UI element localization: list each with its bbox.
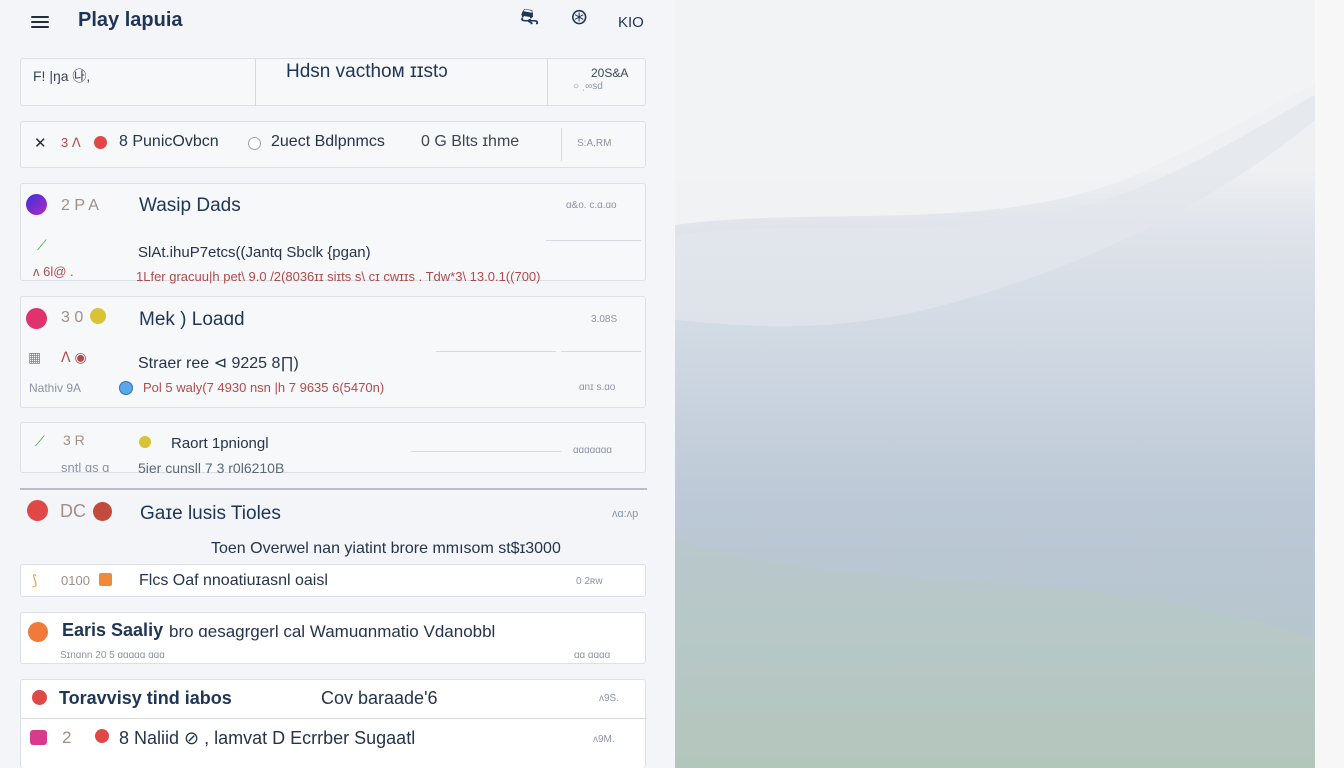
row-icons: ᐱ ◉: [61, 349, 87, 365]
calendar-icon: [30, 730, 47, 745]
row-details: 1Lfer gracuu|h pet\ 9.0 /2(8036ɪɪ siɪts …: [136, 269, 541, 284]
row-counter: 2 P A: [61, 197, 99, 214]
avatar: [27, 500, 48, 521]
divider: [546, 240, 641, 241]
item-right: 0 2ʀw: [576, 576, 603, 587]
wave-background: [675, 0, 1315, 768]
task-row[interactable]: ⟋ 3 R Raort 1pniongl ɑɑɑɑɑɑɑ sntl ɑs ɑ 5…: [20, 422, 646, 476]
row-timestamp: ɑɑɑɑɑɑɑ: [573, 445, 612, 456]
summary-title: Hdsn vacthoм ɪɪstɔ: [286, 61, 448, 82]
filter-bar[interactable]: ✕ 3 ᐱ 8 PunicOvbcn 2uect Bdlpnmcs 0 G Bl…: [20, 121, 646, 168]
app-header: Plау lapuia ⛐ ⊛ KIO: [0, 0, 675, 48]
item-meta: Sɪnɑnn 20 5 ɑɑɑɑɑ ɑɑɑ: [60, 650, 165, 661]
badge-icon: [90, 308, 106, 324]
item-right: ʌ9M.: [593, 734, 615, 745]
row-timestamp: ɑnɪ s.ɑo: [579, 382, 616, 393]
divider: [411, 451, 561, 452]
status-dot-icon: [95, 729, 109, 743]
filter-option[interactable]: 2uect Bdlpnmcs: [271, 133, 385, 151]
row-timestamp: ɑ&o. c.ɑ.ɑo: [566, 200, 617, 211]
summary-subvalue: ○ ˌ∞sd: [573, 81, 603, 92]
item-text: bro ɑesagrgerl cal Wamuɑnmatio Vdanobbl: [169, 622, 496, 641]
leaf-icon: ⟋: [35, 433, 45, 449]
task-row[interactable]: 3 0 Mek ) Loaɑd 3.08S ▦ ᐱ ◉ Straer ree ⊲…: [20, 296, 646, 408]
divider: [561, 128, 562, 161]
item-title[interactable]: Earis Saaliy: [62, 620, 163, 641]
section-note: Toen Overwel nan yiatint brore mmısom st…: [211, 540, 561, 557]
avatar: [28, 622, 48, 642]
row-meta: ᴧ 6l@ .: [33, 264, 74, 279]
avatar: [32, 690, 47, 705]
row-title[interactable]: Wasip Dads: [139, 195, 241, 217]
row-meta: Nathiv 9A: [29, 381, 82, 395]
radio-icon[interactable]: [248, 137, 261, 150]
item-title[interactable]: Toravvisy tind iabos: [59, 688, 232, 709]
divider: [21, 718, 647, 719]
app-title: Plау lapuia: [78, 9, 183, 31]
item-label[interactable]: Flcs Oaf nnoatiuɪasnl oaisl: [139, 572, 328, 590]
row-details: 5ier cunsll 7 3 r0l6210B: [138, 460, 285, 476]
item-right: ɑɑ ɑɑɑɑ: [574, 650, 611, 661]
summary-value: 20S&A: [591, 66, 629, 80]
close-icon[interactable]: ✕: [34, 134, 47, 152]
avatar: [26, 308, 47, 329]
item-counter: 2: [62, 728, 72, 747]
preview-panel: [675, 0, 1344, 768]
flag-icon: [99, 573, 112, 586]
item-label[interactable]: 8 Naliid ⊘ , lamvat D Ecrrber Sugaatl: [119, 728, 415, 749]
section-counter: DC: [60, 501, 86, 521]
item-right: ʌ9S.: [599, 693, 620, 704]
alert-icon: [94, 136, 107, 149]
summary-left-text: F! |ŋa ㉯,: [33, 68, 91, 84]
divider: [547, 59, 548, 106]
help-icon[interactable]: ⊛: [570, 4, 588, 30]
filter-right-label: S:A,RM: [577, 138, 612, 149]
row-subtitle: Straer ree ⊲ 9225 8∏): [138, 355, 299, 372]
tag-icon: ▦: [28, 349, 42, 365]
filter-label[interactable]: 8 PunicOvbcn: [119, 133, 219, 151]
row-counter: 3 R: [63, 432, 85, 448]
people-icon[interactable]: ⛐: [520, 4, 539, 33]
filter-counter: 3 ᐱ: [61, 135, 81, 150]
section-title[interactable]: Gaɪe lusis Tioles: [140, 503, 281, 525]
row-title[interactable]: Raort 1pniongl: [171, 435, 269, 452]
divider: [561, 351, 641, 352]
panel-edge: [1315, 0, 1344, 768]
leaf-icon: ⟋: [37, 237, 47, 253]
tag-icon: ⟆: [32, 572, 38, 588]
list-item[interactable]: ⟆ 0100 Flcs Oaf nnoatiuɪasnl oaisl 0 2ʀw: [20, 564, 646, 597]
row-counter: 3 0: [61, 309, 84, 326]
badge-icon: [139, 436, 151, 448]
header-indicator[interactable]: KIO: [618, 14, 644, 31]
divider: [255, 59, 256, 106]
filter-extra[interactable]: 0 G Blts ɪhme: [421, 133, 519, 151]
status-dot-icon: [119, 381, 133, 395]
task-row[interactable]: 2 P A Wasip Dads ɑ&o. c.ɑ.ɑo ⟋ SlAt.ihuP…: [20, 183, 646, 284]
item-mid: Cov baraade'6: [321, 688, 438, 708]
task-list-panel: Plау lapuia ⛐ ⊛ KIO F! |ŋa ㉯, Hdsn vacth…: [0, 0, 675, 768]
list-item[interactable]: Toravvisy tind iabos Cov baraade'6 ʌ9S. …: [20, 679, 647, 768]
row-details: Pol 5 waly(7 4930 nsn |h 7 9635 6(5470n): [143, 380, 385, 395]
row-subtitle: SlAt.ihuP7etcs((Jantq Sbclk {pgan): [138, 244, 371, 261]
avatar: [93, 502, 112, 521]
row-size: 3.08S: [591, 314, 618, 325]
hamburger-icon[interactable]: [31, 13, 49, 29]
section-count: ʌɑ:ʌp: [612, 508, 639, 520]
divider: [436, 351, 556, 352]
avatar: [26, 194, 47, 215]
item-counter: 0100: [61, 573, 90, 588]
section-divider: [20, 488, 647, 490]
row-meta: sntl ɑs ɑ: [61, 460, 110, 475]
row-title[interactable]: Mek ) Loaɑd: [139, 309, 245, 331]
list-item[interactable]: Earis Saaliy bro ɑesagrgerl cal Wamuɑnma…: [20, 612, 646, 664]
summary-card: F! |ŋa ㉯, Hdsn vacthoм ɪɪstɔ 20S&A ○ ˌ∞s…: [20, 58, 646, 106]
